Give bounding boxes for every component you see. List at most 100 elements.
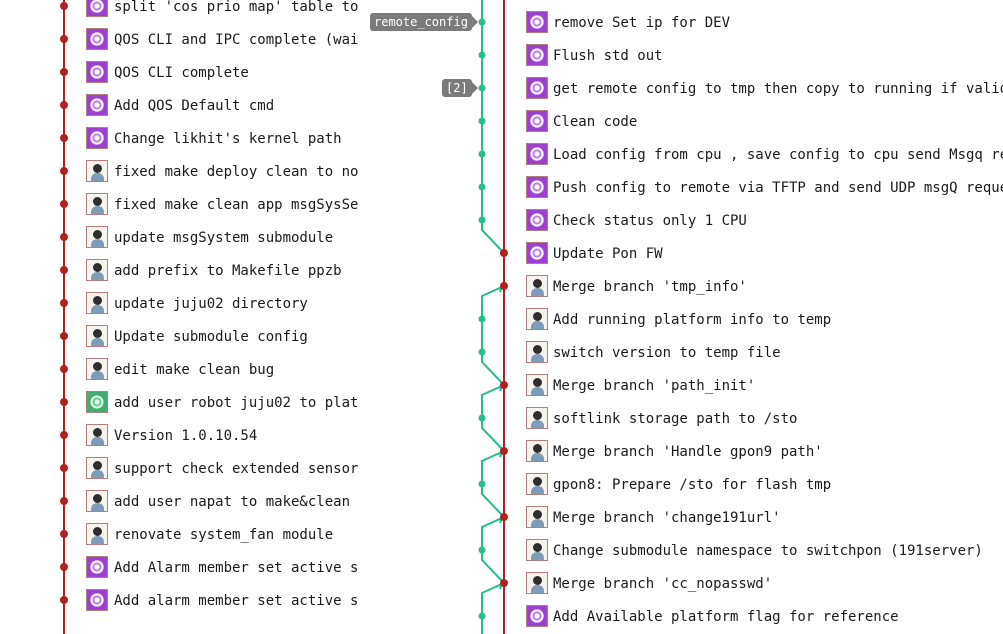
author-avatar xyxy=(526,275,548,297)
commit-row[interactable]: Add alarm member set active s xyxy=(0,585,362,618)
author-identicon-icon xyxy=(526,110,548,132)
author-avatar xyxy=(526,407,548,429)
author-avatar xyxy=(86,292,108,314)
branch-label-tag[interactable]: [2] xyxy=(442,79,478,97)
commit-message: add user napat to make&clean xyxy=(114,494,351,510)
commit-row[interactable]: Add Alarm member set active s xyxy=(0,552,362,585)
commit-message: fixed make clean app msgSysSe xyxy=(114,197,359,213)
author-avatar xyxy=(526,473,548,495)
author-identicon-icon xyxy=(526,44,548,66)
left-commit-list: split 'cos prio map' table to QOS CLI and… xyxy=(0,0,362,634)
commit-message: gpon8: Prepare /sto for flash tmp xyxy=(553,477,832,493)
commit-message: Merge branch 'Handle gpon9 path' xyxy=(553,444,823,460)
commit-message: add user robot juju02 to plat xyxy=(114,395,359,411)
commit-message: get remote config to tmp then copy to ru… xyxy=(553,81,1003,97)
author-avatar xyxy=(86,457,108,479)
commit-message: Clean code xyxy=(553,114,638,130)
commit-row[interactable]: Merge branch 'path_init' xyxy=(362,370,1003,403)
commit-row[interactable]: Change submodule namespace to switchpon … xyxy=(362,535,1003,568)
commit-message: Flush std out xyxy=(553,48,663,64)
commit-row[interactable]: Add running platform info to temp xyxy=(362,304,1003,337)
commit-message: softlink storage path to /sto xyxy=(553,411,798,427)
author-identicon-icon xyxy=(86,28,108,50)
commit-message: fixed make deploy clean to no xyxy=(114,164,359,180)
commit-message: switch version to temp file xyxy=(553,345,781,361)
commit-message: Version 1.0.10.54 xyxy=(114,428,258,444)
commit-message: update juju02 directory xyxy=(114,296,308,312)
author-identicon-icon xyxy=(526,11,548,33)
commit-message: remove Set ip for DEV xyxy=(553,15,731,31)
commit-row[interactable]: Add Available platform flag for referenc… xyxy=(362,601,1003,634)
commit-row[interactable]: Check status only 1 CPU xyxy=(362,205,1003,238)
author-identicon-icon xyxy=(86,127,108,149)
commit-row[interactable]: Update Pon FW xyxy=(362,238,1003,271)
commit-message: Merge branch 'tmp_info' xyxy=(553,279,747,295)
author-identicon-icon xyxy=(86,94,108,116)
commit-message: Add alarm member set active s xyxy=(114,593,359,609)
author-avatar xyxy=(526,374,548,396)
author-avatar xyxy=(86,226,108,248)
author-identicon-icon xyxy=(526,143,548,165)
commit-row[interactable]: gpon8: Prepare /sto for flash tmp xyxy=(362,469,1003,502)
commit-message: Check status only 1 CPU xyxy=(553,213,747,229)
author-avatar xyxy=(86,424,108,446)
commit-row[interactable]: QOS CLI complete xyxy=(0,57,362,90)
commit-row[interactable]: Merge branch 'change191url' xyxy=(362,502,1003,535)
author-identicon-icon xyxy=(526,176,548,198)
commit-row[interactable]: Clean code xyxy=(362,106,1003,139)
commit-row[interactable]: Push config to remote via TFTP and send … xyxy=(362,172,1003,205)
author-identicon-icon xyxy=(86,556,108,578)
author-avatar xyxy=(86,325,108,347)
commit-row[interactable]: edit make clean bug xyxy=(0,354,362,387)
author-avatar xyxy=(86,193,108,215)
commit-row[interactable]: update juju02 directory xyxy=(0,288,362,321)
author-avatar xyxy=(526,308,548,330)
commit-row[interactable]: fixed make clean app msgSysSe xyxy=(0,189,362,222)
commit-row[interactable]: softlink storage path to /sto xyxy=(362,403,1003,436)
commit-row[interactable]: add prefix to Makefile ppzb xyxy=(0,255,362,288)
author-identicon-icon xyxy=(86,61,108,83)
commit-row[interactable]: update msgSystem submodule xyxy=(0,222,362,255)
commit-row[interactable]: add user napat to make&clean xyxy=(0,486,362,519)
commit-message: support check extended sensor xyxy=(114,461,359,477)
commit-row[interactable]: add user robot juju02 to plat xyxy=(0,387,362,420)
commit-row[interactable]: Version 1.0.10.54 xyxy=(0,420,362,453)
commit-message: Add QOS Default cmd xyxy=(114,98,275,114)
author-avatar xyxy=(86,523,108,545)
commit-row[interactable]: Merge branch 'cc_nopasswd' xyxy=(362,568,1003,601)
author-avatar xyxy=(526,341,548,363)
commit-row[interactable]: Merge branch 'tmp_info' xyxy=(362,271,1003,304)
commit-row[interactable]: renovate system_fan module xyxy=(0,519,362,552)
author-avatar xyxy=(526,539,548,561)
author-identicon-icon xyxy=(526,242,548,264)
commit-row[interactable]: switch version to temp file xyxy=(362,337,1003,370)
author-identicon-icon xyxy=(86,0,108,17)
commit-row[interactable]: Add QOS Default cmd xyxy=(0,90,362,123)
author-avatar xyxy=(526,506,548,528)
commit-row[interactable]: QOS CLI and IPC complete (wai xyxy=(0,24,362,57)
commit-message: Merge branch 'path_init' xyxy=(553,378,756,394)
commit-row[interactable]: Update submodule config xyxy=(0,321,362,354)
commit-message: Add Available platform flag for referenc… xyxy=(553,609,899,625)
commit-message: edit make clean bug xyxy=(114,362,275,378)
commit-message: Change likhit's kernel path xyxy=(114,131,342,147)
commit-row[interactable]: support check extended sensor xyxy=(0,453,362,486)
commit-message: Add running platform info to temp xyxy=(553,312,832,328)
author-avatar xyxy=(526,572,548,594)
commit-row[interactable]: split 'cos prio map' table to xyxy=(0,0,362,24)
author-avatar xyxy=(86,160,108,182)
commit-row[interactable]: Change likhit's kernel path xyxy=(0,123,362,156)
author-avatar xyxy=(86,259,108,281)
author-identicon-icon xyxy=(86,589,108,611)
author-avatar xyxy=(86,490,108,512)
commit-row[interactable]: fixed make deploy clean to no xyxy=(0,156,362,189)
commit-message: add prefix to Makefile ppzb xyxy=(114,263,342,279)
right-commit-list: remove Set ip for DEV Flush std out get re… xyxy=(362,0,1003,634)
commit-row[interactable]: Load config from cpu , save config to cp… xyxy=(362,139,1003,172)
commit-message: Update Pon FW xyxy=(553,246,663,262)
branch-label-tag[interactable]: remote_config xyxy=(370,13,478,31)
commit-message: QOS CLI and IPC complete (wai xyxy=(114,32,359,48)
commit-row[interactable]: Flush std out xyxy=(362,40,1003,73)
commit-message: QOS CLI complete xyxy=(114,65,249,81)
commit-row[interactable]: Merge branch 'Handle gpon9 path' xyxy=(362,436,1003,469)
